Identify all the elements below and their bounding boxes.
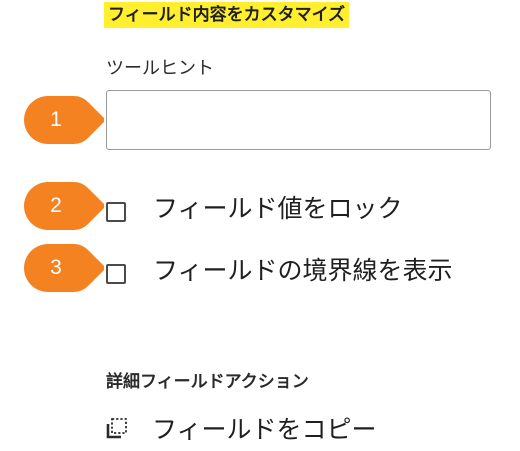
copy-field-label: フィールドをコピー [152, 415, 377, 444]
lock-field-checkbox[interactable] [106, 202, 126, 222]
copy-field-action[interactable]: フィールドをコピー [106, 410, 377, 446]
copy-icon [106, 418, 127, 439]
callout-2: 2 [24, 182, 104, 230]
section-title: フィールド内容をカスタマイズ [104, 2, 350, 28]
callout-number: 3 [50, 256, 62, 279]
callout-3: 3 [24, 244, 104, 292]
tooltip-label: ツールヒント [106, 58, 214, 79]
tooltip-input[interactable] [106, 90, 491, 150]
customize-field-panel: フィールド内容をカスタマイズ ツールヒント 1 2 3 フィールド値をロック フ… [0, 0, 520, 451]
callout-number: 2 [50, 194, 62, 217]
callout-1: 1 [24, 96, 104, 144]
show-border-option[interactable]: フィールドの境界線を表示 [106, 256, 473, 292]
lock-field-label: フィールド値をロック [153, 194, 403, 223]
lock-field-option[interactable]: フィールド値をロック [106, 194, 403, 230]
show-border-label: フィールドの境界線を表示 [153, 256, 453, 285]
callout-number: 1 [50, 108, 62, 131]
show-border-checkbox[interactable] [106, 264, 126, 284]
advanced-actions-heading: 詳細フィールドアクション [106, 372, 309, 392]
